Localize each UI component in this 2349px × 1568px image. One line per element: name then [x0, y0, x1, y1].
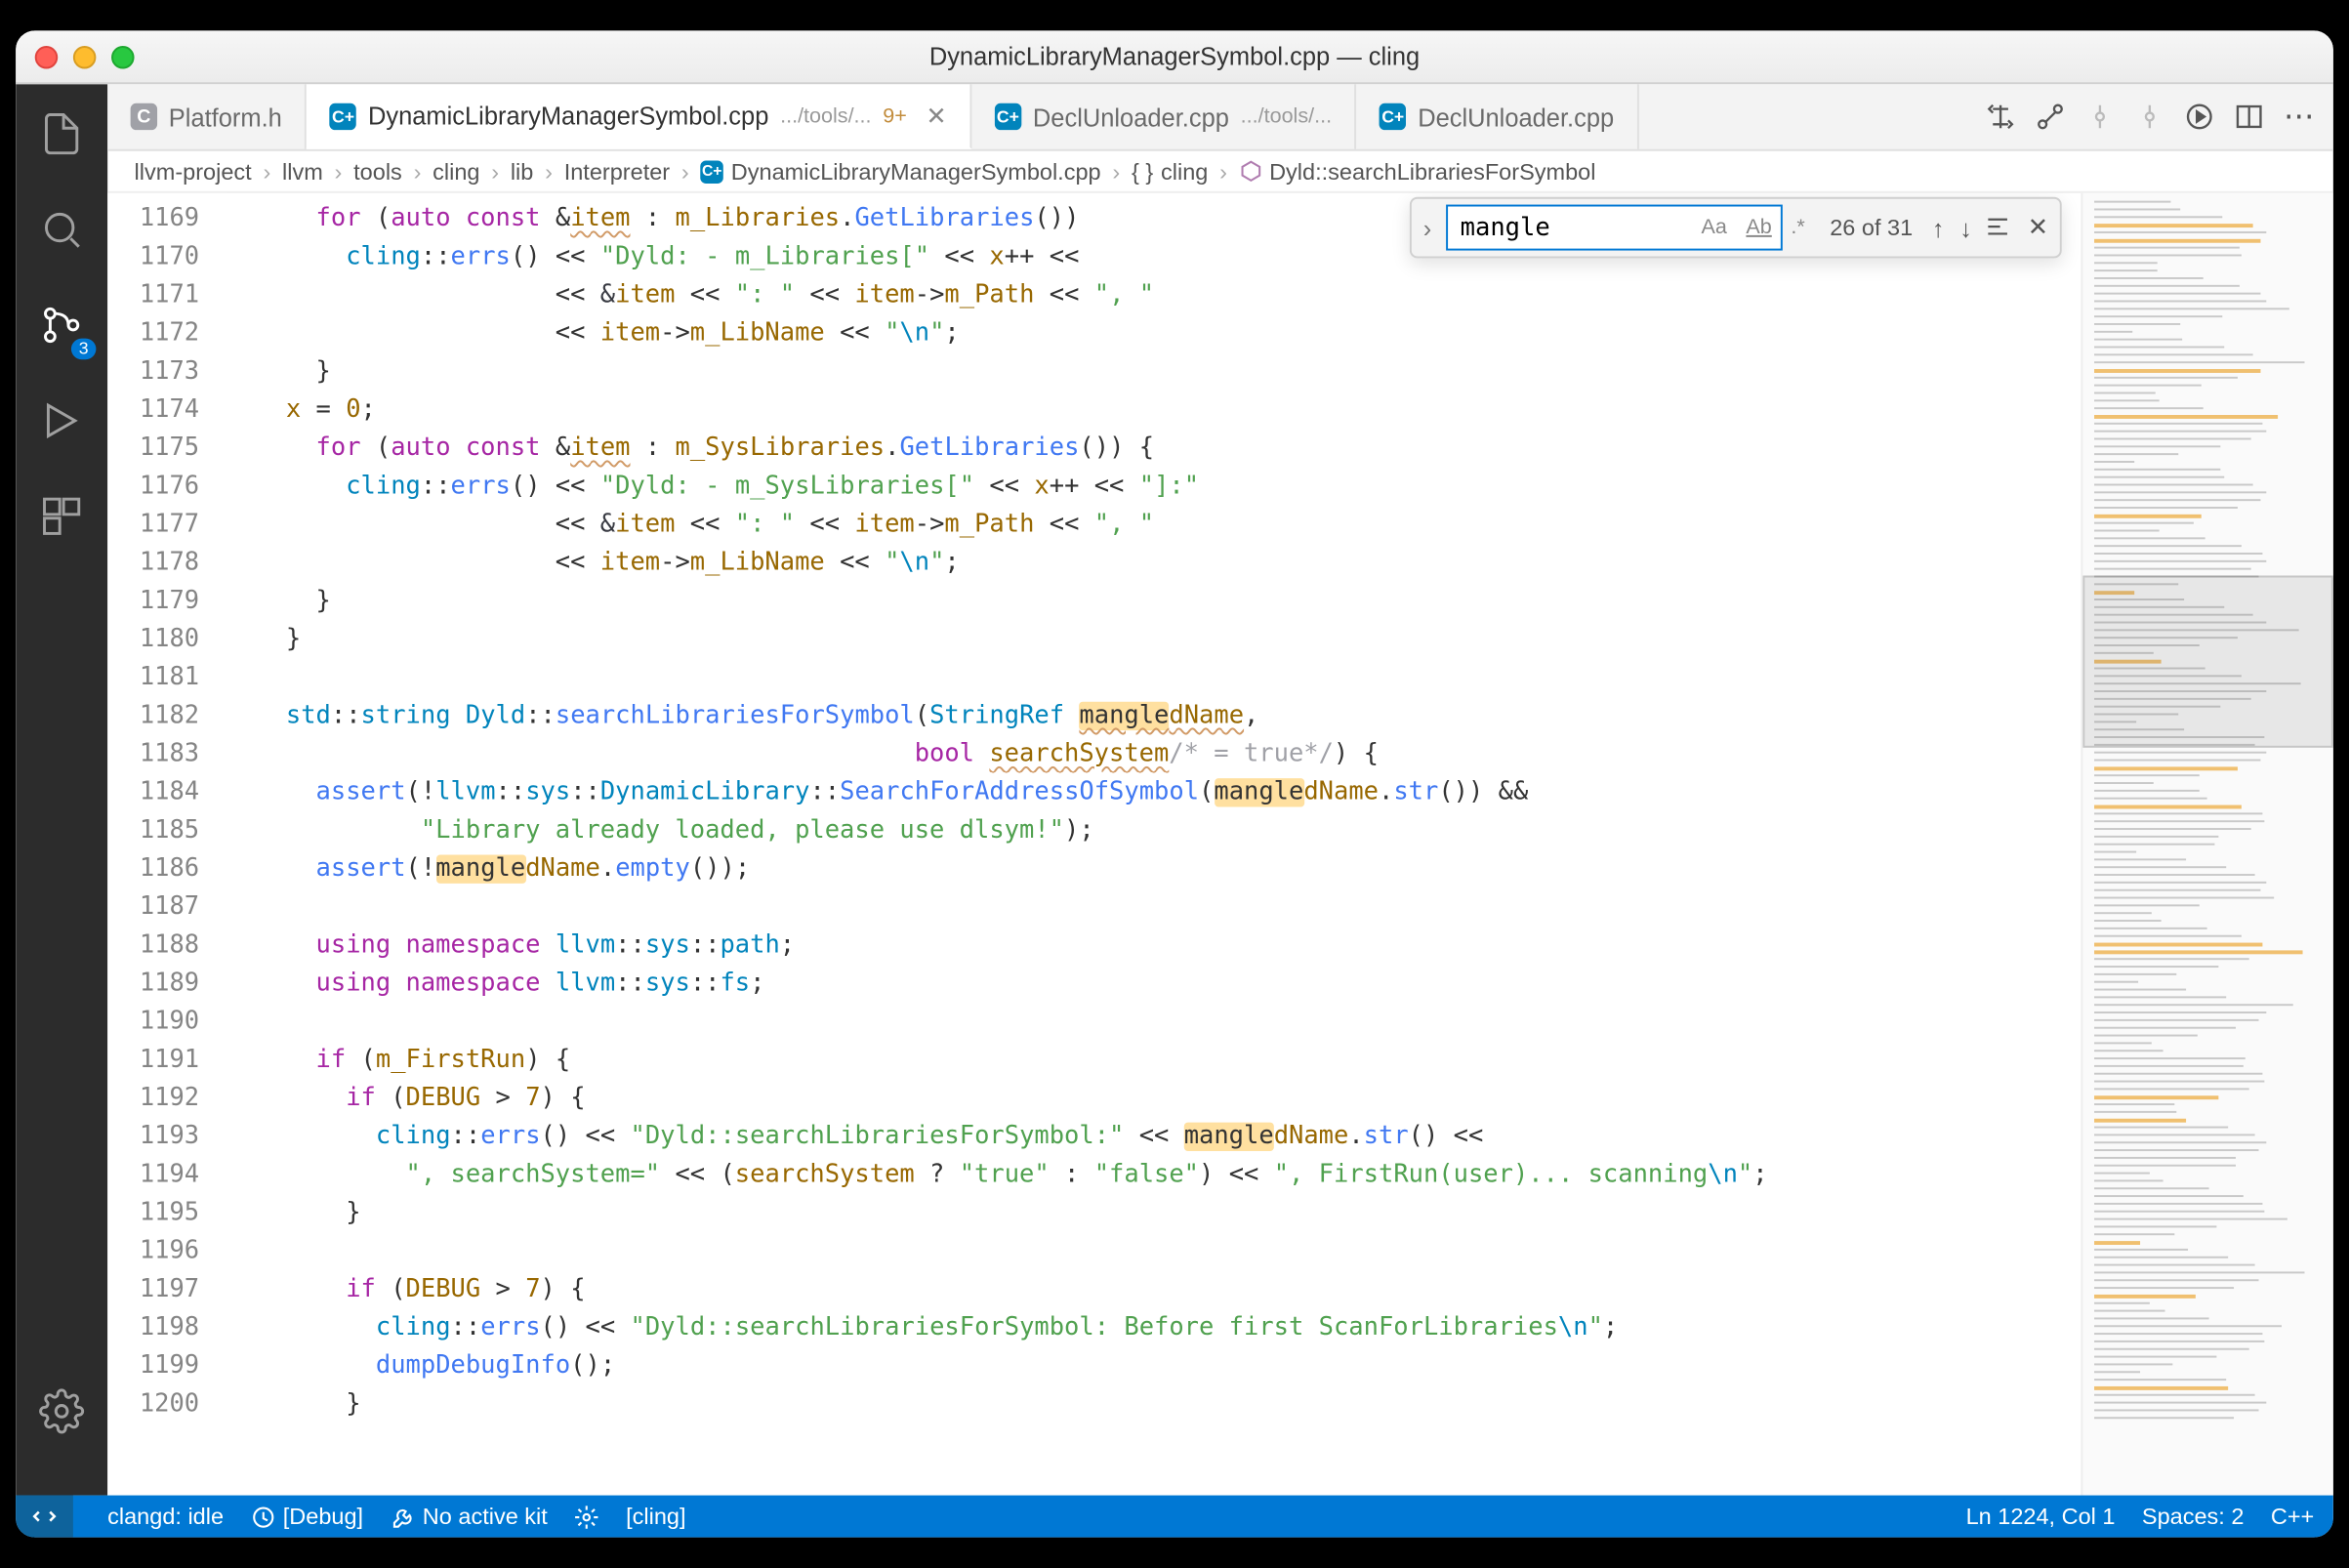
match-case-toggle[interactable]: Aa — [1696, 212, 1733, 242]
find-next-icon[interactable]: ↓ — [1959, 213, 1972, 241]
status-bar: clangd: idle [Debug] No active kit [clin… — [16, 1496, 2333, 1538]
window-close-button[interactable] — [35, 45, 59, 68]
tab-desc: .../tools/... — [780, 104, 871, 128]
breadcrumb-item[interactable]: Interpreter — [564, 158, 670, 185]
tab-desc: .../tools/... — [1241, 105, 1332, 129]
tab-dirty-count: 9+ — [883, 104, 907, 128]
tab-label: DeclUnloader.cpp — [1033, 103, 1229, 131]
regex-toggle[interactable]: .* — [1786, 212, 1811, 242]
find-close-icon[interactable]: ✕ — [2028, 212, 2048, 242]
tab-label: DeclUnloader.cpp — [1418, 103, 1614, 131]
tab-label: DynamicLibraryManagerSymbol.cpp — [368, 102, 768, 130]
find-in-selection-icon[interactable] — [1984, 212, 2012, 242]
compare-changes-icon[interactable] — [1985, 102, 2015, 132]
cpp-file-icon: C+ — [330, 103, 356, 129]
tab-platform-h[interactable]: C Platform.h — [107, 84, 307, 149]
status-kit[interactable]: No active kit — [391, 1503, 548, 1529]
find-expand-icon[interactable]: › — [1420, 213, 1435, 241]
editor-tabs: C Platform.h C+ DynamicLibraryManagerSym… — [107, 84, 2333, 151]
status-clangd[interactable]: clangd: idle — [107, 1503, 224, 1529]
status-debug[interactable]: [Debug] — [250, 1503, 363, 1529]
run-debug-icon[interactable] — [16, 391, 107, 452]
cpp-file-icon: C+ — [995, 103, 1021, 130]
line-number-gutter: 1169 1170 1171 1172 1173 1174 1175 1176 … — [107, 193, 226, 1496]
breadcrumb-item[interactable]: lib — [511, 158, 534, 185]
status-spaces[interactable]: Spaces: 2 — [2142, 1503, 2245, 1529]
tab-declunloader-2[interactable]: C+ DeclUnloader.cpp — [1357, 84, 1639, 149]
more-actions-icon[interactable]: ⋯ — [2284, 98, 2314, 136]
tab-dynamiclibrarymanagersymbol[interactable]: C+ DynamicLibraryManagerSymbol.cpp .../t… — [307, 84, 971, 149]
breadcrumb-item[interactable]: Dyld::searchLibrariesForSymbol — [1269, 158, 1595, 185]
breadcrumbs[interactable]: llvm-project› llvm› tools› cling› lib› I… — [107, 151, 2333, 193]
cpp-file-icon: C+ — [1380, 103, 1406, 130]
tab-declunloader-1[interactable]: C+ DeclUnloader.cpp .../tools/... — [971, 84, 1356, 149]
traffic-lights — [35, 45, 135, 68]
status-build-variant[interactable] — [574, 1504, 598, 1528]
status-lncol[interactable]: Ln 1224, Col 1 — [1966, 1503, 2116, 1529]
next-change-icon[interactable] — [2134, 102, 2164, 132]
tab-actions: ⋯ — [1966, 84, 2333, 149]
explorer-icon[interactable] — [16, 103, 107, 165]
scm-badge: 3 — [71, 339, 96, 360]
code-area[interactable]: for (auto const &item : m_Libraries.GetL… — [227, 193, 2081, 1496]
find-prev-icon[interactable]: ↑ — [1932, 213, 1945, 241]
breadcrumb-item[interactable]: llvm-project — [135, 158, 252, 185]
breadcrumb-item[interactable]: cling — [1161, 158, 1208, 185]
scm-icon[interactable]: 3 — [16, 295, 107, 356]
status-variant[interactable]: [cling] — [626, 1503, 685, 1529]
tab-label: Platform.h — [169, 103, 282, 131]
method-icon — [1239, 160, 1262, 184]
breadcrumb-item[interactable]: DynamicLibraryManagerSymbol.cpp — [731, 158, 1101, 185]
window-title: DynamicLibraryManagerSymbol.cpp — cling — [16, 42, 2333, 70]
extensions-icon[interactable] — [16, 485, 107, 547]
remote-indicator[interactable] — [16, 1496, 73, 1538]
whole-word-toggle[interactable]: Ab — [1741, 212, 1778, 242]
minimap[interactable] — [2081, 193, 2333, 1496]
run-icon[interactable] — [2184, 102, 2214, 132]
header-file-icon: C — [131, 103, 157, 130]
settings-gear-icon[interactable] — [16, 1381, 107, 1442]
split-editor-icon[interactable] — [2234, 102, 2264, 132]
breadcrumb-item[interactable]: cling — [433, 158, 479, 185]
breadcrumb-item[interactable]: tools — [353, 158, 402, 185]
search-icon[interactable] — [16, 199, 107, 261]
cpp-file-icon: C+ — [700, 160, 723, 184]
prev-change-icon[interactable] — [2084, 102, 2115, 132]
minimap-viewport[interactable] — [2082, 576, 2333, 748]
open-changes-icon[interactable] — [2035, 102, 2065, 132]
breadcrumb-item[interactable]: llvm — [282, 158, 323, 185]
close-icon[interactable]: ✕ — [926, 101, 946, 131]
activity-bar: 3 — [16, 84, 107, 1495]
window-zoom-button[interactable] — [111, 45, 135, 68]
editor[interactable]: 1169 1170 1171 1172 1173 1174 1175 1176 … — [107, 193, 2333, 1496]
window-minimize-button[interactable] — [73, 45, 97, 68]
namespace-icon: { } — [1132, 158, 1153, 185]
find-count: 26 of 31 — [1822, 214, 1920, 240]
titlebar: DynamicLibraryManagerSymbol.cpp — cling — [16, 30, 2333, 84]
window: DynamicLibraryManagerSymbol.cpp — cling … — [16, 30, 2333, 1537]
status-lang[interactable]: C++ — [2271, 1503, 2314, 1529]
find-widget: › Aa Ab .* 26 of 31 ↑ ↓ — [1410, 197, 2062, 259]
